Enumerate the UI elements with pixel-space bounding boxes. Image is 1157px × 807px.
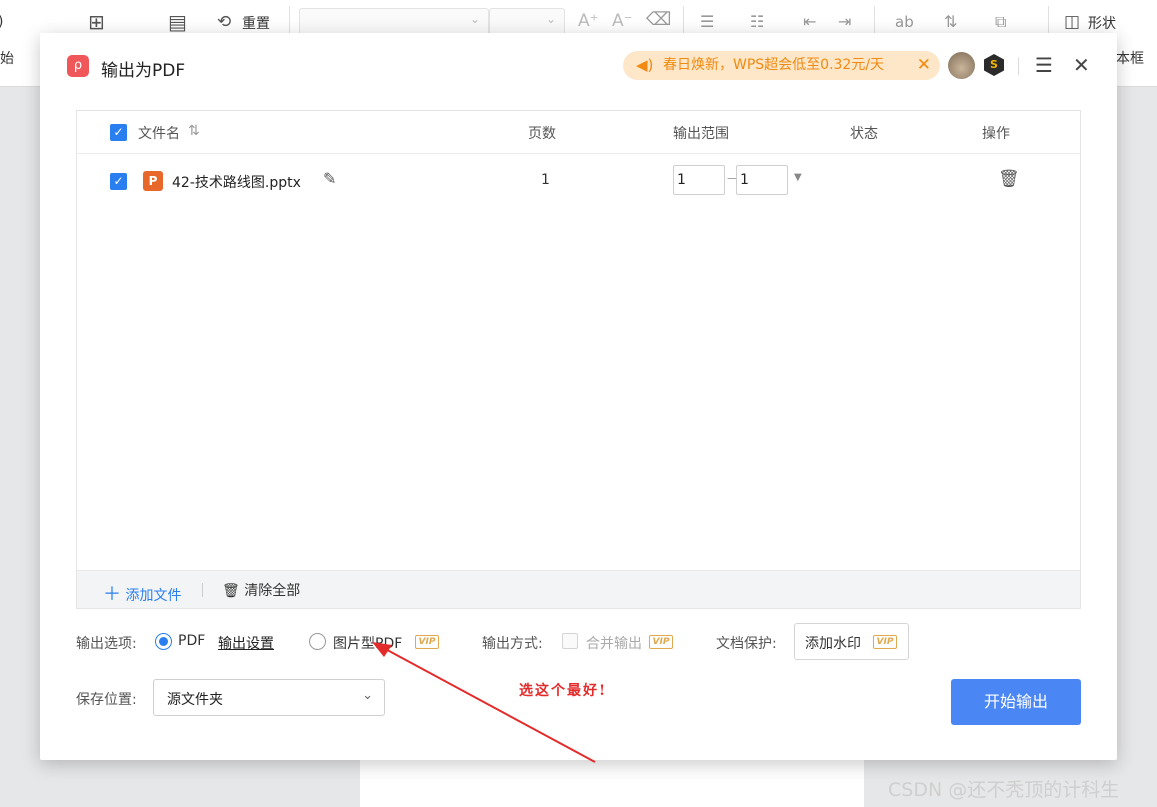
pdf-radio-label[interactable]: PDF [178, 633, 205, 649]
outdent-icon[interactable]: ⇤ [803, 12, 816, 32]
chevron-down-icon: ⌄ [362, 688, 373, 703]
save-location-value[interactable]: 源文件夹 [167, 689, 223, 709]
reset-button[interactable]: 重置 [242, 13, 270, 33]
toolbar-left-cut-label[interactable]: 始 [0, 48, 14, 68]
export-pdf-dialog: ρ 输出为PDF ◀) 春日焕新，WPS超会低至0.32元/天 ✕ S ☰ ✕ … [40, 33, 1117, 760]
header-action: 操作 [982, 126, 1010, 142]
dialog-title: 输出为PDF [101, 61, 186, 81]
header-divider [1018, 57, 1019, 75]
toolbar-cut-paren: ) [0, 14, 3, 30]
font-family-select[interactable]: ⌄ [299, 8, 489, 36]
numbered-list-icon[interactable]: ☷ [750, 12, 764, 32]
member-badge-icon[interactable]: S [984, 54, 1004, 76]
clear-all-label[interactable]: 清除全部 [244, 583, 300, 599]
shape-button[interactable]: 形状 [1088, 13, 1116, 33]
vip-badge: VIP [415, 635, 439, 649]
chevron-down-icon: ⌄ [545, 12, 556, 26]
document-page [360, 760, 864, 807]
trash-icon: 🗑 [222, 583, 240, 599]
layout-icon[interactable]: ▤ [168, 12, 187, 32]
file-table: ✓ 文件名 ⇅ 页数 输出范围 状态 操作 ✓ P 42-技术路线图.pptx … [76, 110, 1081, 609]
vip-badge: VIP [649, 635, 673, 649]
reset-icon[interactable]: ⟲ [217, 12, 231, 32]
header-pages: 页数 [528, 126, 556, 142]
new-slide-icon[interactable]: ⊞ [88, 12, 105, 32]
plus-icon: ＋ [103, 584, 121, 605]
toolbar-divider [874, 6, 875, 36]
clear-all-button[interactable]: 🗑 清除全部 [222, 580, 300, 600]
doc-protect-label: 文档保护: [716, 636, 777, 652]
toolbar-right-cut-label[interactable]: 本框 [1116, 48, 1144, 68]
output-mode-label: 输出方式: [482, 636, 543, 652]
speaker-icon: ◀) [636, 56, 654, 74]
pdf-radio[interactable] [155, 633, 172, 650]
chevron-down-icon: ⌄ [469, 12, 480, 26]
pdf-logo-icon: ρ [67, 55, 89, 77]
footer-divider [202, 583, 203, 597]
add-watermark-button[interactable]: 添加水印 VIP [794, 623, 909, 660]
range-to-input[interactable]: 1 [736, 165, 788, 195]
header-filename[interactable]: 文件名 [138, 123, 180, 143]
sort-icon[interactable]: ⇅ [188, 123, 200, 139]
select-all-checkbox[interactable]: ✓ [110, 124, 127, 141]
add-file-label[interactable]: 添加文件 [125, 588, 181, 604]
merge-output-label[interactable]: 合并输出 [586, 633, 642, 653]
row-checkbox[interactable]: ✓ [110, 173, 127, 190]
image-pdf-label[interactable]: 图片型PDF [333, 633, 402, 653]
text-direction-icon[interactable]: ⇅ [944, 12, 957, 32]
convert-shape-icon[interactable]: ⧉ [995, 12, 1006, 32]
page-count: 1 [541, 172, 550, 188]
toolbar-divider [683, 6, 684, 36]
header-status: 状态 [850, 126, 878, 142]
toolbar-divider [1048, 6, 1049, 36]
range-from-input[interactable]: 1 [673, 165, 725, 195]
vip-badge: VIP [873, 635, 897, 649]
shape-icon[interactable]: ◫ [1064, 12, 1080, 32]
file-name: 42-技术路线图.pptx [172, 175, 301, 191]
watermark: CSDN @还不秃顶的计科生 [888, 779, 1120, 801]
toolbar-divider [289, 6, 290, 36]
promo-close-icon[interactable]: ✕ [917, 51, 931, 80]
hamburger-icon[interactable]: ☰ [1035, 53, 1053, 77]
header-range: 输出范围 [673, 126, 729, 142]
bullet-list-icon[interactable]: ☰ [700, 12, 714, 32]
range-dropdown-icon[interactable]: ▼ [794, 172, 802, 183]
indent-icon[interactable]: ⇥ [838, 12, 851, 32]
table-footer: ＋ 添加文件 🗑 清除全部 [77, 570, 1080, 608]
start-export-button[interactable]: 开始输出 [951, 679, 1081, 725]
annotation-text: 选这个最好! [519, 683, 608, 699]
add-file-button[interactable]: ＋ 添加文件 [103, 580, 181, 606]
decrease-font-icon[interactable]: A⁻ [612, 11, 633, 31]
promo-text[interactable]: 春日焕新，WPS超会低至0.32元/天 [663, 57, 884, 73]
output-settings-link[interactable]: 输出设置 [218, 633, 274, 653]
merge-output-checkbox[interactable] [562, 633, 578, 649]
rename-edit-icon[interactable]: ✎ [323, 169, 336, 188]
table-header: ✓ 文件名 ⇅ 页数 输出范围 状态 操作 [77, 111, 1080, 154]
increase-font-icon[interactable]: A⁺ [578, 11, 599, 31]
image-pdf-radio[interactable] [309, 633, 326, 650]
save-location-label: 保存位置: [76, 692, 137, 708]
avatar[interactable] [948, 52, 975, 79]
eraser-icon[interactable]: ⌫ [646, 10, 671, 30]
close-icon[interactable]: ✕ [1073, 53, 1090, 77]
text-style-icon[interactable]: ab [895, 12, 914, 32]
pptx-file-icon: P [143, 171, 163, 191]
font-size-select[interactable]: ⌄ [489, 8, 565, 36]
save-location-select[interactable]: 源文件夹 ⌄ [153, 679, 385, 716]
output-options-label: 输出选项: [76, 636, 137, 652]
promo-banner[interactable]: ◀) 春日焕新，WPS超会低至0.32元/天 ✕ [623, 51, 940, 80]
add-watermark-label[interactable]: 添加水印 [805, 633, 861, 653]
delete-trash-icon[interactable]: 🗑 [998, 169, 1020, 189]
table-row: ✓ P 42-技术路线图.pptx ✎ 1 1 — 1 ▼ 🗑 [77, 155, 1080, 207]
